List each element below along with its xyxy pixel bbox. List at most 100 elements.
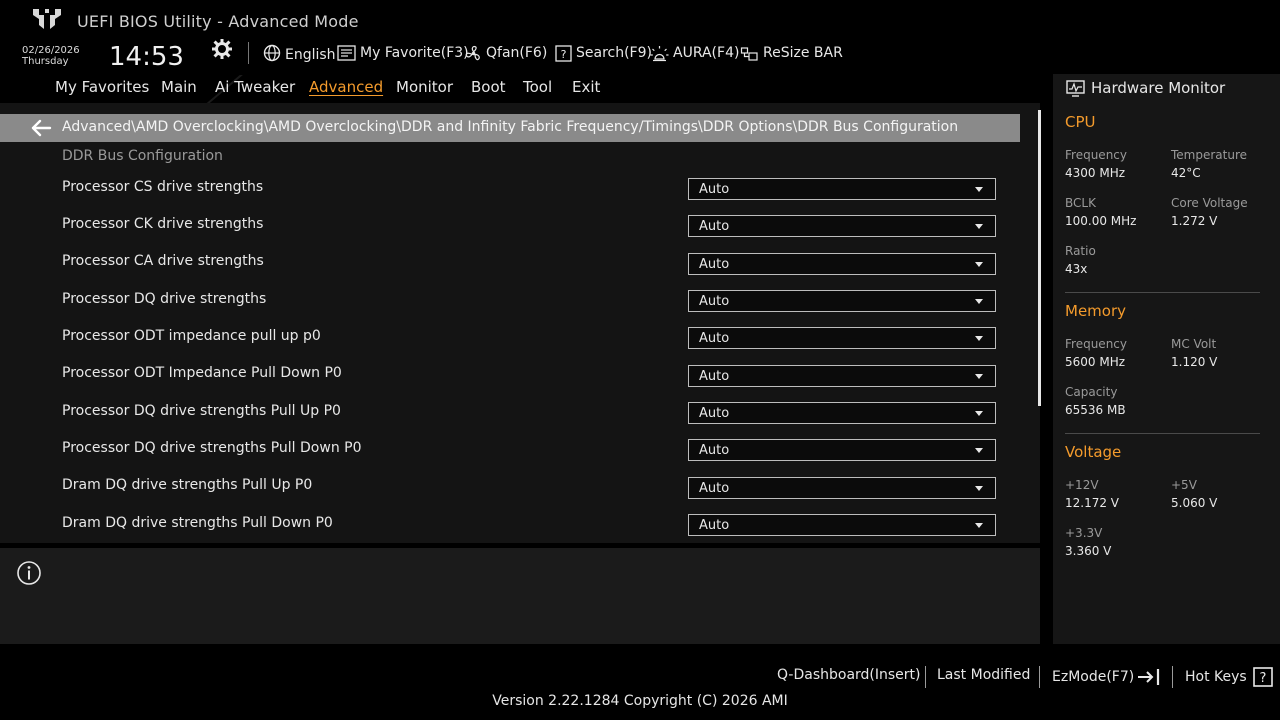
ratio-value: 43x (1065, 262, 1088, 276)
setting-label[interactable]: Processor ODT impedance pull up p0 (62, 328, 321, 344)
dropdown-value: Auto (699, 219, 730, 234)
setting-label[interactable]: Processor CS drive strengths (62, 179, 263, 195)
v33-label: +3.3V (1065, 526, 1103, 540)
footer-divider (1172, 666, 1173, 688)
top-bar: UEFI BIOS Utility - Advanced Mode 02/26/… (0, 0, 1280, 75)
last-modified-button[interactable]: Last Modified (937, 667, 1030, 683)
svg-text:?: ? (561, 48, 567, 61)
clock[interactable]: 14:53 (109, 42, 184, 72)
aura-label: AURA(F4) (673, 45, 740, 61)
memory-frequency-value: 5600 MHz (1065, 355, 1126, 369)
gear-icon[interactable] (212, 39, 232, 59)
help-panel (0, 548, 1040, 644)
setting-dropdown[interactable]: Auto (688, 365, 996, 387)
setting-label[interactable]: Processor CK drive strengths (62, 216, 263, 232)
my-favorite-button[interactable]: My Favorite(F3) (337, 42, 469, 64)
cpu-frequency-value: 4300 MHz (1065, 166, 1126, 180)
capacity-label: Capacity (1065, 385, 1118, 399)
setting-label[interactable]: Processor ODT Impedance Pull Down P0 (62, 365, 342, 381)
chevron-down-icon (975, 336, 983, 341)
mc-volt-label: MC Volt (1171, 337, 1217, 351)
cpu-temperature-value: 42°C (1171, 166, 1201, 180)
monitor-icon (1066, 79, 1085, 97)
date-display: 02/26/2026 Thursday (22, 45, 80, 67)
section-title: DDR Bus Configuration (62, 148, 223, 164)
tab-tool[interactable]: Tool (523, 78, 552, 96)
aura-button[interactable]: AURA(F4) (650, 42, 739, 64)
v12-label: +12V (1065, 478, 1099, 492)
setting-label[interactable]: Dram DQ drive strengths Pull Down P0 (62, 515, 333, 531)
chevron-down-icon (975, 411, 983, 416)
resize-bar-label: ReSize BAR (763, 45, 843, 61)
setting-dropdown[interactable]: Auto (688, 514, 996, 536)
menu-bar: My Favorites Main Ai Tweaker Advanced Mo… (0, 75, 1040, 103)
setting-dropdown[interactable]: Auto (688, 178, 996, 200)
mc-volt-value: 1.120 V (1171, 355, 1218, 369)
hot-keys-button[interactable]: Hot Keys ? (1185, 667, 1273, 687)
scrollbar[interactable] (1038, 110, 1041, 406)
hardware-monitor-label: Hardware Monitor (1091, 79, 1226, 97)
cpu-heading: CPU (1065, 113, 1096, 131)
bclk-value: 100.00 MHz (1065, 214, 1137, 228)
cpu-frequency-label: Frequency (1065, 148, 1127, 162)
day-text: Thursday (22, 56, 69, 67)
setting-dropdown[interactable]: Auto (688, 327, 996, 349)
ezmode-button[interactable]: EzMode(F7) (1052, 667, 1162, 687)
setting-label[interactable]: Processor DQ drive strengths Pull Down P… (62, 440, 362, 456)
tab-ai-tweaker[interactable]: Ai Tweaker (215, 78, 295, 96)
tab-my-favorites[interactable]: My Favorites (55, 78, 149, 96)
qfan-button[interactable]: Qfan(F6) (465, 42, 547, 64)
setting-dropdown[interactable]: Auto (688, 439, 996, 461)
ezmode-label: EzMode(F7) (1052, 669, 1135, 685)
v33-value: 3.360 V (1065, 544, 1112, 558)
setting-dropdown[interactable]: Auto (688, 290, 996, 312)
language-button[interactable]: English (263, 42, 336, 64)
setting-label[interactable]: Processor DQ drive strengths Pull Up P0 (62, 403, 341, 419)
setting-dropdown[interactable]: Auto (688, 215, 996, 237)
hardware-monitor-title: Hardware Monitor (1066, 79, 1225, 97)
memory-heading: Memory (1065, 302, 1127, 320)
chevron-down-icon (975, 187, 983, 192)
chevron-down-icon (975, 448, 983, 453)
setting-label[interactable]: Processor CA drive strengths (62, 253, 264, 269)
footer-divider (1039, 666, 1040, 688)
setting-dropdown[interactable]: Auto (688, 253, 996, 275)
chevron-down-icon (975, 299, 983, 304)
setting-dropdown[interactable]: Auto (688, 477, 996, 499)
tab-monitor[interactable]: Monitor (396, 78, 453, 96)
breadcrumb: Advanced\AMD Overclocking\AMD Overclocki… (0, 114, 1020, 142)
chevron-down-icon (975, 523, 983, 528)
back-arrow-icon[interactable] (30, 119, 52, 137)
tab-boot[interactable]: Boot (471, 78, 506, 96)
dropdown-value: Auto (699, 406, 730, 421)
tuf-logo-icon (33, 9, 61, 29)
setting-label[interactable]: Dram DQ drive strengths Pull Up P0 (62, 477, 312, 493)
v12-value: 12.172 V (1065, 496, 1120, 510)
tab-exit[interactable]: Exit (572, 78, 600, 96)
memory-frequency-label: Frequency (1065, 337, 1127, 351)
q-dashboard-button[interactable]: Q-Dashboard(Insert) (777, 667, 921, 683)
cpu-temperature-label: Temperature (1171, 148, 1248, 162)
aura-light-icon (650, 45, 669, 61)
chevron-down-icon (975, 486, 983, 491)
dropdown-value: Auto (699, 182, 730, 197)
search-button[interactable]: ? Search(F9) (555, 42, 652, 64)
dropdown-value: Auto (699, 518, 730, 533)
info-icon (17, 561, 41, 585)
dropdown-value: Auto (699, 369, 730, 384)
favorite-list-icon (337, 45, 356, 61)
fan-icon (465, 45, 480, 60)
setting-label[interactable]: Processor DQ drive strengths (62, 291, 266, 307)
voltage-heading: Voltage (1065, 443, 1122, 461)
core-voltage-value: 1.272 V (1171, 214, 1218, 228)
dropdown-value: Auto (699, 331, 730, 346)
breadcrumb-path: Advanced\AMD Overclocking\AMD Overclocki… (62, 119, 959, 135)
dropdown-value: Auto (699, 257, 730, 272)
tab-main[interactable]: Main (161, 78, 197, 96)
resize-bar-button[interactable]: ReSize BAR (740, 42, 843, 64)
core-voltage-label: Core Voltage (1171, 196, 1248, 210)
capacity-value: 65536 MB (1065, 403, 1126, 417)
v5-value: 5.060 V (1171, 496, 1218, 510)
tab-advanced[interactable]: Advanced (309, 78, 383, 96)
setting-dropdown[interactable]: Auto (688, 402, 996, 424)
